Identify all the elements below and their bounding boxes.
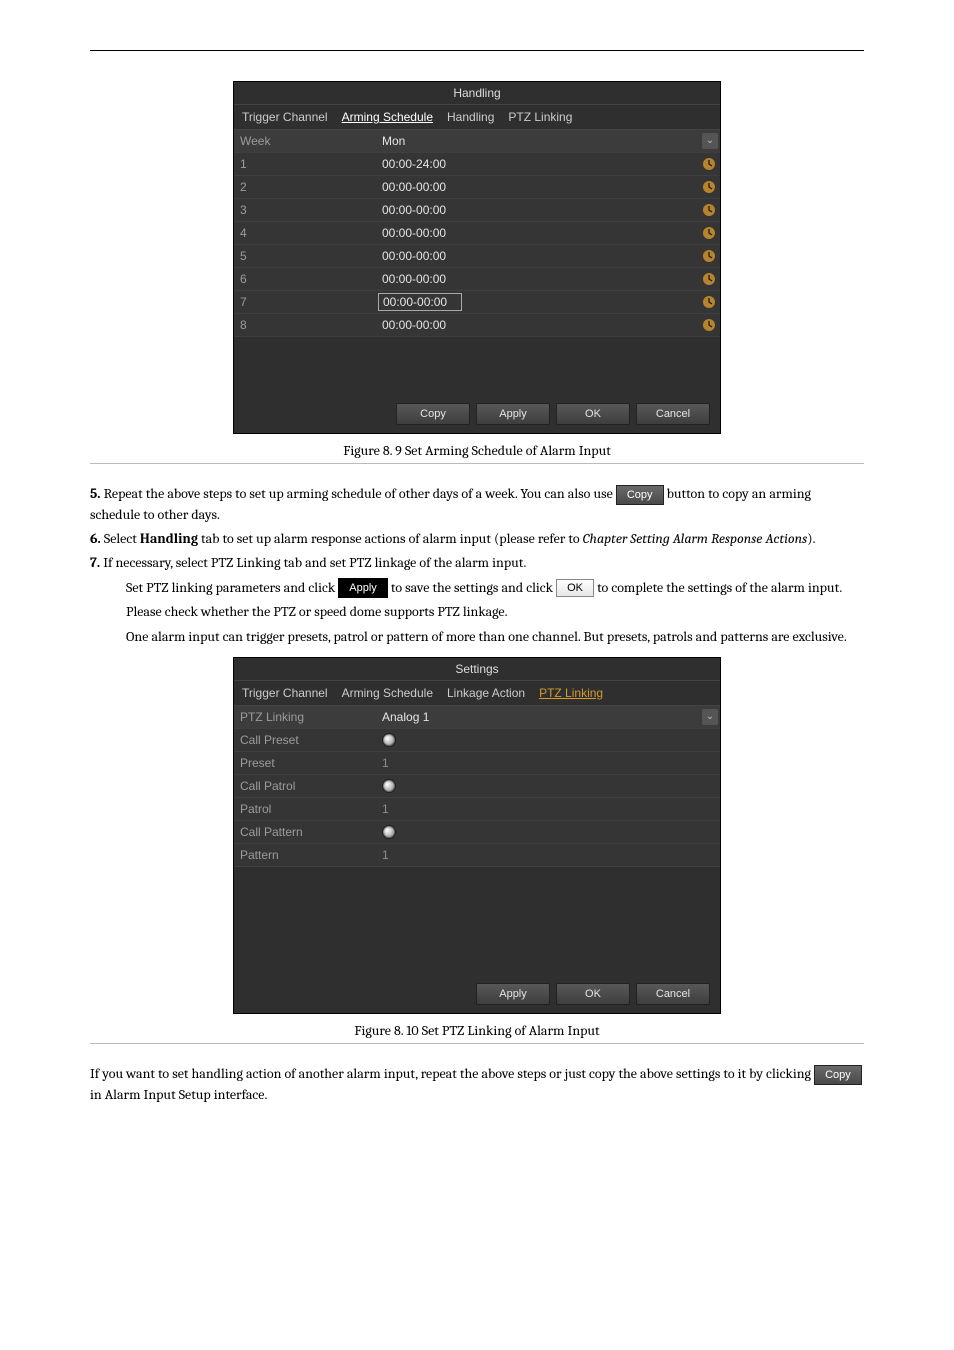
ok-button-inline: OK <box>556 579 594 597</box>
call-preset-radio[interactable] <box>382 733 396 747</box>
page-header-rule <box>90 50 864 51</box>
handling-dialog: Handling Trigger Channel Arming Schedule… <box>233 81 721 434</box>
patrol-label: Patrol <box>234 802 378 816</box>
schedule-row-num: 4 <box>234 226 378 240</box>
call-patrol-radio[interactable] <box>382 779 396 793</box>
chevron-down-icon: ⌄ <box>702 709 718 725</box>
pattern-label: Pattern <box>234 848 378 862</box>
cancel-button[interactable]: Cancel <box>636 403 710 425</box>
apply-button-inline: Apply <box>338 578 388 598</box>
ptz-linking-select[interactable]: Analog 1 ⌄ <box>378 706 720 728</box>
apply-button[interactable]: Apply <box>476 983 550 1005</box>
schedule-row[interactable]: 00:00-00:00 <box>378 314 720 336</box>
tab-trigger-channel[interactable]: Trigger Channel <box>240 108 330 126</box>
clock-icon <box>702 318 716 332</box>
week-label: Week <box>234 134 378 148</box>
clock-icon <box>702 203 716 217</box>
call-preset-label: Call Preset <box>234 733 378 747</box>
schedule-row-num: 7 <box>234 295 378 309</box>
preset-value[interactable]: 1 <box>378 756 720 770</box>
chevron-down-icon: ⌄ <box>702 133 718 149</box>
tab-trigger-channel[interactable]: Trigger Channel <box>240 684 330 702</box>
schedule-row[interactable]: 00:00-00:00 <box>378 291 720 313</box>
schedule-time: 00:00-00:00 <box>378 272 702 286</box>
tab-ptz-linking[interactable]: PTZ Linking <box>506 108 574 126</box>
divider-rule <box>90 1043 864 1044</box>
apply-button[interactable]: Apply <box>476 403 550 425</box>
schedule-row[interactable]: 00:00-00:00 <box>378 268 720 290</box>
clock-icon <box>702 249 716 263</box>
schedule-time: 00:00-00:00 <box>378 318 702 332</box>
call-pattern-radio[interactable] <box>382 825 396 839</box>
tab-ptz-linking[interactable]: PTZ Linking <box>537 684 605 702</box>
schedule-time: 00:00-00:00 <box>378 226 702 240</box>
schedule-row[interactable]: 00:00-00:00 <box>378 245 720 267</box>
copy-button-inline: Copy <box>814 1065 862 1085</box>
clock-icon <box>702 180 716 194</box>
cancel-button[interactable]: Cancel <box>636 983 710 1005</box>
preset-label: Preset <box>234 756 378 770</box>
schedule-row-num: 3 <box>234 203 378 217</box>
schedule-row-num: 8 <box>234 318 378 332</box>
dialog-title: Handling <box>234 82 720 105</box>
schedule-row[interactable]: 00:00-00:00 <box>378 176 720 198</box>
schedule-time: 00:00-00:00 <box>378 203 702 217</box>
tab-arming-schedule[interactable]: Arming Schedule <box>340 684 435 702</box>
ok-button[interactable]: OK <box>556 983 630 1005</box>
week-value: Mon <box>378 134 702 148</box>
schedule-time: 00:00-00:00 <box>378 249 702 263</box>
clock-icon <box>702 272 716 286</box>
ptz-linking-label: PTZ Linking <box>234 710 378 724</box>
schedule-time: 00:00-24:00 <box>378 157 702 171</box>
figure-caption: Figure 8. 10 Set PTZ Linking of Alarm In… <box>90 1022 864 1039</box>
body-text: 5. Repeat the above steps to set up armi… <box>90 484 864 647</box>
week-select[interactable]: Mon ⌄ <box>378 130 720 152</box>
settings-dialog: Settings Trigger Channel Arming Schedule… <box>233 657 721 1014</box>
divider-rule <box>90 463 864 464</box>
pattern-value[interactable]: 1 <box>378 848 720 862</box>
copy-button[interactable]: Copy <box>396 403 470 425</box>
call-patrol-label: Call Patrol <box>234 779 378 793</box>
ok-button[interactable]: OK <box>556 403 630 425</box>
schedule-row-num: 1 <box>234 157 378 171</box>
call-pattern-label: Call Pattern <box>234 825 378 839</box>
clock-icon <box>702 157 716 171</box>
schedule-row-num: 5 <box>234 249 378 263</box>
tabs: Trigger Channel Arming Schedule Linkage … <box>234 681 720 706</box>
schedule-row[interactable]: 00:00-00:00 <box>378 222 720 244</box>
schedule-time: 00:00-00:00 <box>378 180 702 194</box>
tab-linkage-action[interactable]: Linkage Action <box>445 684 527 702</box>
schedule-row[interactable]: 00:00-00:00 <box>378 199 720 221</box>
tabs: Trigger Channel Arming Schedule Handling… <box>234 105 720 130</box>
patrol-value[interactable]: 1 <box>378 802 720 816</box>
figure-caption: Figure 8. 9 Set Arming Schedule of Alarm… <box>90 442 864 459</box>
copy-button-inline: Copy <box>616 485 664 505</box>
clock-icon <box>702 226 716 240</box>
schedule-row-num: 6 <box>234 272 378 286</box>
tab-arming-schedule[interactable]: Arming Schedule <box>340 108 435 126</box>
tab-handling[interactable]: Handling <box>445 108 496 126</box>
body-text: If you want to set handling action of an… <box>90 1064 864 1105</box>
ptz-linking-value: Analog 1 <box>378 710 702 724</box>
clock-icon <box>702 295 716 309</box>
schedule-row-num: 2 <box>234 180 378 194</box>
schedule-row[interactable]: 00:00-24:00 <box>378 153 720 175</box>
schedule-time: 00:00-00:00 <box>378 293 462 311</box>
dialog-title: Settings <box>234 658 720 681</box>
